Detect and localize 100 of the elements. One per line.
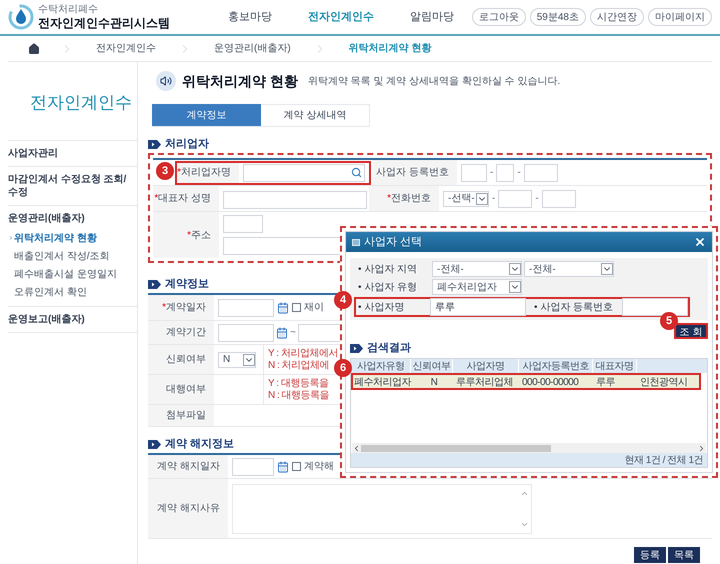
- dropdown[interactable]: -전체-: [432, 261, 522, 277]
- checkbox-label: 재이: [304, 301, 324, 315]
- field-label: 대행여부: [148, 375, 214, 404]
- logo-subtitle: 수탁처리폐수: [38, 5, 99, 15]
- header-button[interactable]: 로그아웃: [472, 8, 526, 26]
- page-description: 위탁계약 목록 및 계약 상세내역을 확인하실 수 있습니다.: [308, 74, 560, 88]
- result-row[interactable]: 폐수처리업자 N 루루처리업체 000-00-00000 루루 인천광역시: [351, 373, 701, 390]
- note-text: Y : 대행등록을: [268, 378, 330, 390]
- note-text: Y : 처리업체에서: [268, 348, 338, 360]
- scroll-right-icon[interactable]: [697, 444, 706, 452]
- header-button[interactable]: 마이페이지: [648, 8, 712, 26]
- nav-link[interactable]: 홍보마당: [228, 8, 272, 26]
- note-text: N : 대행등록을: [268, 390, 330, 402]
- sidebar-subitem[interactable]: 폐수배출시설 운영일지: [8, 266, 133, 282]
- calendar-icon[interactable]: [276, 326, 288, 338]
- table-cell-text: 폐수처리업자: [353, 376, 412, 390]
- checkbox-label: 계약해: [304, 460, 334, 474]
- text-field[interactable]: [622, 298, 688, 316]
- text-field[interactable]: [223, 191, 367, 209]
- search-button[interactable]: 조 회: [674, 323, 708, 339]
- text-field[interactable]: [524, 164, 558, 182]
- step-badge: 6: [334, 359, 352, 377]
- table-cell-text: 루루: [595, 376, 616, 390]
- sidebar-item[interactable]: 운영관리(배출자): [8, 212, 133, 224]
- text-field[interactable]: 루루: [430, 298, 526, 316]
- dropdown[interactable]: N: [218, 352, 256, 368]
- field-label: *처리업자명: [177, 162, 239, 182]
- tag-icon: [148, 280, 161, 288]
- dialog-title: 사업자 선택: [364, 234, 422, 250]
- tab[interactable]: 계약 상세내역: [261, 104, 370, 126]
- separator: -: [517, 166, 521, 180]
- sidebar-subitem[interactable]: 배출인계서 작성/조회: [8, 248, 133, 264]
- text-field[interactable]: [496, 164, 514, 182]
- action-button[interactable]: 목록: [668, 547, 700, 563]
- table-cell-text: 루루처리업체: [455, 376, 514, 390]
- step-badge: 4: [334, 291, 352, 309]
- tag-icon: [148, 440, 161, 448]
- checkbox[interactable]: [292, 462, 301, 471]
- dropdown[interactable]: -전체-: [524, 261, 614, 277]
- header-button[interactable]: 시간연장: [590, 8, 644, 26]
- speaker-icon: [156, 71, 176, 91]
- field-label: *전화번호: [369, 186, 439, 211]
- horizontal-scrollbar[interactable]: [352, 443, 706, 453]
- separator: -: [492, 192, 496, 206]
- sidebar-item[interactable]: 마감인계서 수정요청 조회/수정: [8, 172, 133, 198]
- sidebar-title: 전자인계인수: [8, 62, 137, 140]
- text-field[interactable]: [218, 324, 274, 342]
- chevron-down-icon: [509, 281, 521, 293]
- field-label: 첨부파일: [148, 405, 214, 426]
- sidebar-item[interactable]: 운영보고(배출자): [8, 312, 133, 326]
- page-title: 위탁처리계약 현황: [182, 72, 298, 90]
- text-field[interactable]: [542, 190, 576, 208]
- table-cell-text: N: [430, 376, 438, 390]
- tag-icon: [148, 140, 161, 148]
- section-heading: 계약정보: [165, 276, 209, 292]
- section-heading: 처리업자: [165, 136, 209, 152]
- table-cell-text: 000-00-00000: [521, 376, 580, 390]
- text-field[interactable]: [218, 298, 274, 316]
- filter-label: • 사업자명: [357, 300, 406, 314]
- sidebar-subitem[interactable]: 오류인계서 확인: [8, 284, 133, 300]
- home-icon[interactable]: [28, 42, 40, 54]
- close-icon[interactable]: [694, 236, 706, 248]
- field-label: 사업자 등록번호: [373, 160, 457, 185]
- field-label: 신뢰여부: [148, 345, 214, 374]
- sidebar-item[interactable]: 사업자관리: [8, 146, 133, 160]
- field-label: *계약일자: [148, 295, 214, 320]
- calendar-icon[interactable]: [277, 302, 289, 314]
- header-button[interactable]: 59분48초: [530, 8, 586, 26]
- action-button[interactable]: 등록: [634, 547, 666, 563]
- field-label: 계약 해지일자: [148, 455, 228, 478]
- search-field[interactable]: [243, 164, 365, 182]
- breadcrumb-link[interactable]: 위탁처리계약 현황: [326, 41, 454, 56]
- text-field[interactable]: [232, 458, 274, 476]
- text-field[interactable]: [461, 164, 487, 182]
- text-field[interactable]: [498, 190, 532, 208]
- scrollbar-thumb[interactable]: [361, 444, 551, 452]
- note-text: N : 처리업체에: [268, 360, 330, 372]
- text-area[interactable]: [232, 484, 532, 534]
- breadcrumb-link[interactable]: 전자인계인수: [74, 41, 178, 56]
- sidebar-subitem[interactable]: 위탁처리계약 현황: [8, 230, 133, 246]
- tab[interactable]: 계약정보: [152, 104, 261, 126]
- logo-title: 전자인계인수관리시스템: [38, 17, 170, 29]
- text-field[interactable]: [223, 215, 263, 233]
- nav-link[interactable]: 전자인계인수: [308, 8, 374, 26]
- breadcrumb-link[interactable]: 운영관리(배출자): [192, 41, 313, 56]
- checkbox[interactable]: [292, 303, 301, 312]
- filter-label: • 사업자 등록번호: [533, 300, 614, 314]
- chevron-down-icon: [476, 192, 488, 204]
- table-cell-text: 인천광역시: [639, 376, 688, 390]
- field-label: 계약 해지사유: [148, 479, 228, 538]
- chevron-right-icon: [8, 234, 14, 242]
- dropdown[interactable]: 폐수처리업자: [432, 279, 522, 295]
- section-heading: 계약 해지정보: [165, 436, 234, 452]
- result-count: 현재 1건 / 전체 1건: [624, 454, 703, 468]
- logo-icon: [8, 4, 34, 30]
- dropdown[interactable]: -선택-: [443, 190, 489, 206]
- calendar-icon[interactable]: [277, 460, 289, 472]
- nav-link[interactable]: 알림마당: [410, 8, 454, 26]
- scroll-left-icon[interactable]: [352, 444, 361, 452]
- tag-icon: [350, 344, 363, 352]
